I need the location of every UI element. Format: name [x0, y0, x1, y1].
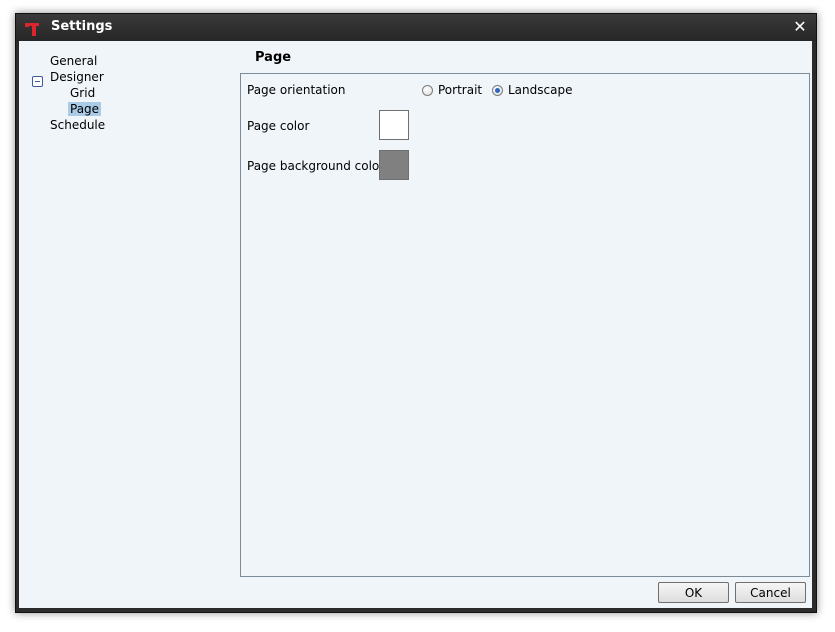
- tree-item-label: General: [50, 54, 98, 68]
- page-settings-panel: Page orientation Portrait Landscape Page…: [240, 73, 810, 577]
- close-icon[interactable]: ✕: [790, 17, 810, 37]
- tree-item-general[interactable]: General: [50, 53, 97, 69]
- tree-item-label: Page: [68, 102, 102, 116]
- radio-checked-icon: [492, 84, 503, 96]
- tree-item-label: Designer: [50, 70, 104, 84]
- app-logo-icon: [25, 21, 39, 36]
- tree-item-label: Schedule: [50, 118, 106, 132]
- settings-window: Settings ✕ General Designer Grid Page Sc…: [15, 13, 817, 613]
- page-color-swatch[interactable]: [379, 110, 409, 140]
- page-color-label: Page color: [247, 119, 310, 133]
- tree-item-page[interactable]: Page: [68, 101, 102, 117]
- collapse-icon[interactable]: [32, 76, 43, 87]
- tree-item-grid[interactable]: Grid: [70, 85, 95, 101]
- tree-item-designer[interactable]: Designer: [50, 69, 104, 85]
- title-bar[interactable]: Settings ✕: [16, 14, 816, 41]
- section-title: Page: [255, 50, 292, 65]
- page-orientation-label: Page orientation: [247, 83, 346, 97]
- portrait-radio-label: Portrait: [438, 83, 483, 97]
- page-background-color-swatch[interactable]: [379, 150, 409, 180]
- portrait-radio[interactable]: Portrait: [422, 83, 482, 97]
- tree-item-label: Grid: [70, 86, 96, 100]
- window-title: Settings: [51, 19, 113, 34]
- landscape-radio-label: Landscape: [508, 83, 573, 97]
- radio-unchecked-icon: [422, 84, 433, 96]
- cancel-button[interactable]: Cancel: [735, 582, 806, 603]
- tree-item-schedule[interactable]: Schedule: [50, 117, 105, 133]
- page-background-color-label: Page background color: [247, 159, 385, 173]
- dialog-content: General Designer Grid Page Schedule Page…: [19, 41, 812, 608]
- ok-button[interactable]: OK: [658, 582, 729, 603]
- landscape-radio[interactable]: Landscape: [492, 83, 572, 97]
